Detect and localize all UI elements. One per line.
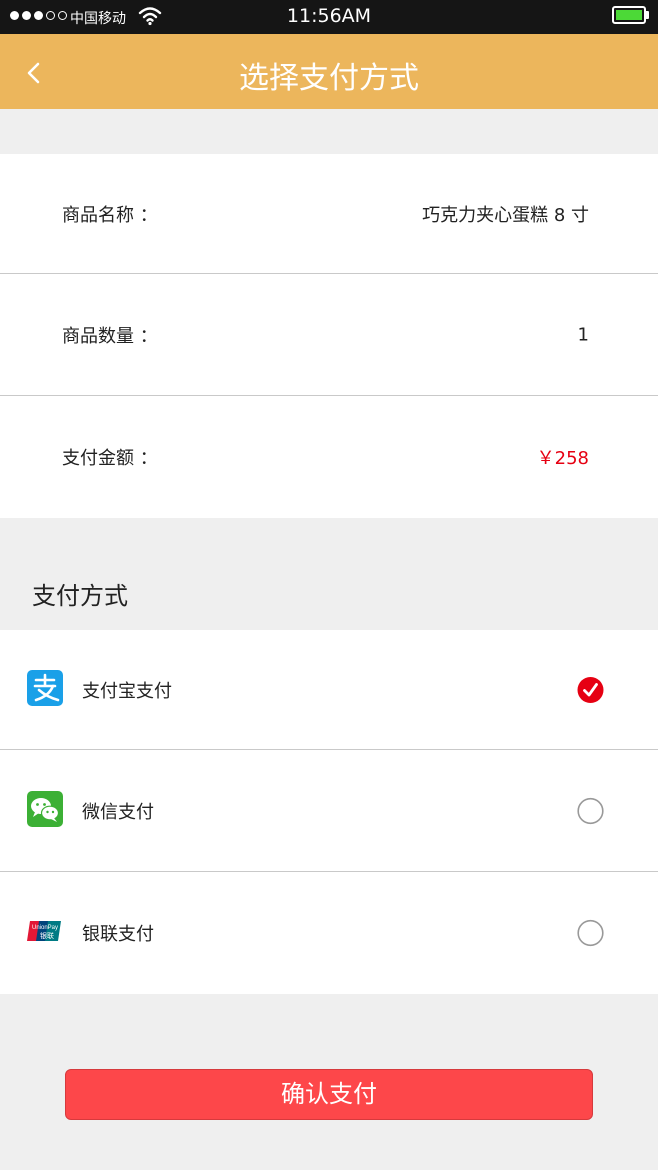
divider	[0, 749, 658, 750]
radio-unchecked-icon[interactable]	[577, 797, 604, 825]
product-quantity-value: 1	[577, 324, 589, 346]
product-name-value: 巧克力夹心蛋糕 8 寸	[422, 205, 589, 226]
page-title: 选择支付方式	[239, 61, 419, 96]
payment-amount-value: ￥258	[536, 448, 589, 469]
product-name-row: 商品名称 ： 巧克力夹心蛋糕 8 寸	[0, 154, 658, 274]
payment-method-section-title: 支付方式	[32, 582, 128, 610]
navigation-bar: 选择支付方式	[0, 34, 658, 109]
confirm-payment-button[interactable]: 确认支付	[65, 1069, 593, 1120]
payment-method-alipay[interactable]: 支付宝支付	[0, 630, 658, 750]
status-time: 11:56AM	[286, 5, 372, 27]
wechat-label: 微信支付	[82, 802, 154, 823]
product-name-label: 商品名称 ：	[62, 205, 158, 226]
radio-checked-icon[interactable]	[577, 677, 604, 704]
payment-amount-row: 支付金额 ： ￥258	[0, 397, 658, 517]
payment-amount-label: 支付金额 ：	[62, 448, 158, 469]
payment-method-wechat[interactable]: 微信支付	[0, 751, 658, 871]
product-quantity-label: 商品数量 ：	[62, 326, 158, 347]
divider	[0, 273, 658, 274]
battery-tip	[646, 11, 649, 19]
alipay-icon	[27, 670, 63, 710]
unionpay-logo-text: UnionPay	[32, 925, 58, 931]
payment-methods-card: 支付宝支付 微信支付 UnionPay 银联 银联支付	[0, 630, 658, 994]
unionpay-icon: UnionPay 银联	[27, 920, 63, 946]
alipay-label: 支付宝支付	[82, 681, 172, 702]
status-bar: 中国移动 11:56AM	[0, 0, 658, 34]
divider	[0, 395, 658, 396]
product-quantity-row: 商品数量 ： 1	[0, 275, 658, 395]
payment-method-unionpay[interactable]: UnionPay 银联 银联支付	[0, 873, 658, 993]
unionpay-label: 银联支付	[82, 924, 154, 945]
radio-unchecked-icon[interactable]	[577, 919, 604, 947]
battery-icon	[612, 6, 646, 24]
divider	[0, 871, 658, 872]
wechat-icon	[27, 791, 63, 831]
unionpay-logo-text-cn: 银联	[40, 931, 54, 940]
order-info-card: 商品名称 ： 巧克力夹心蛋糕 8 寸 商品数量 ： 1 支付金额 ： ￥258	[0, 154, 658, 518]
